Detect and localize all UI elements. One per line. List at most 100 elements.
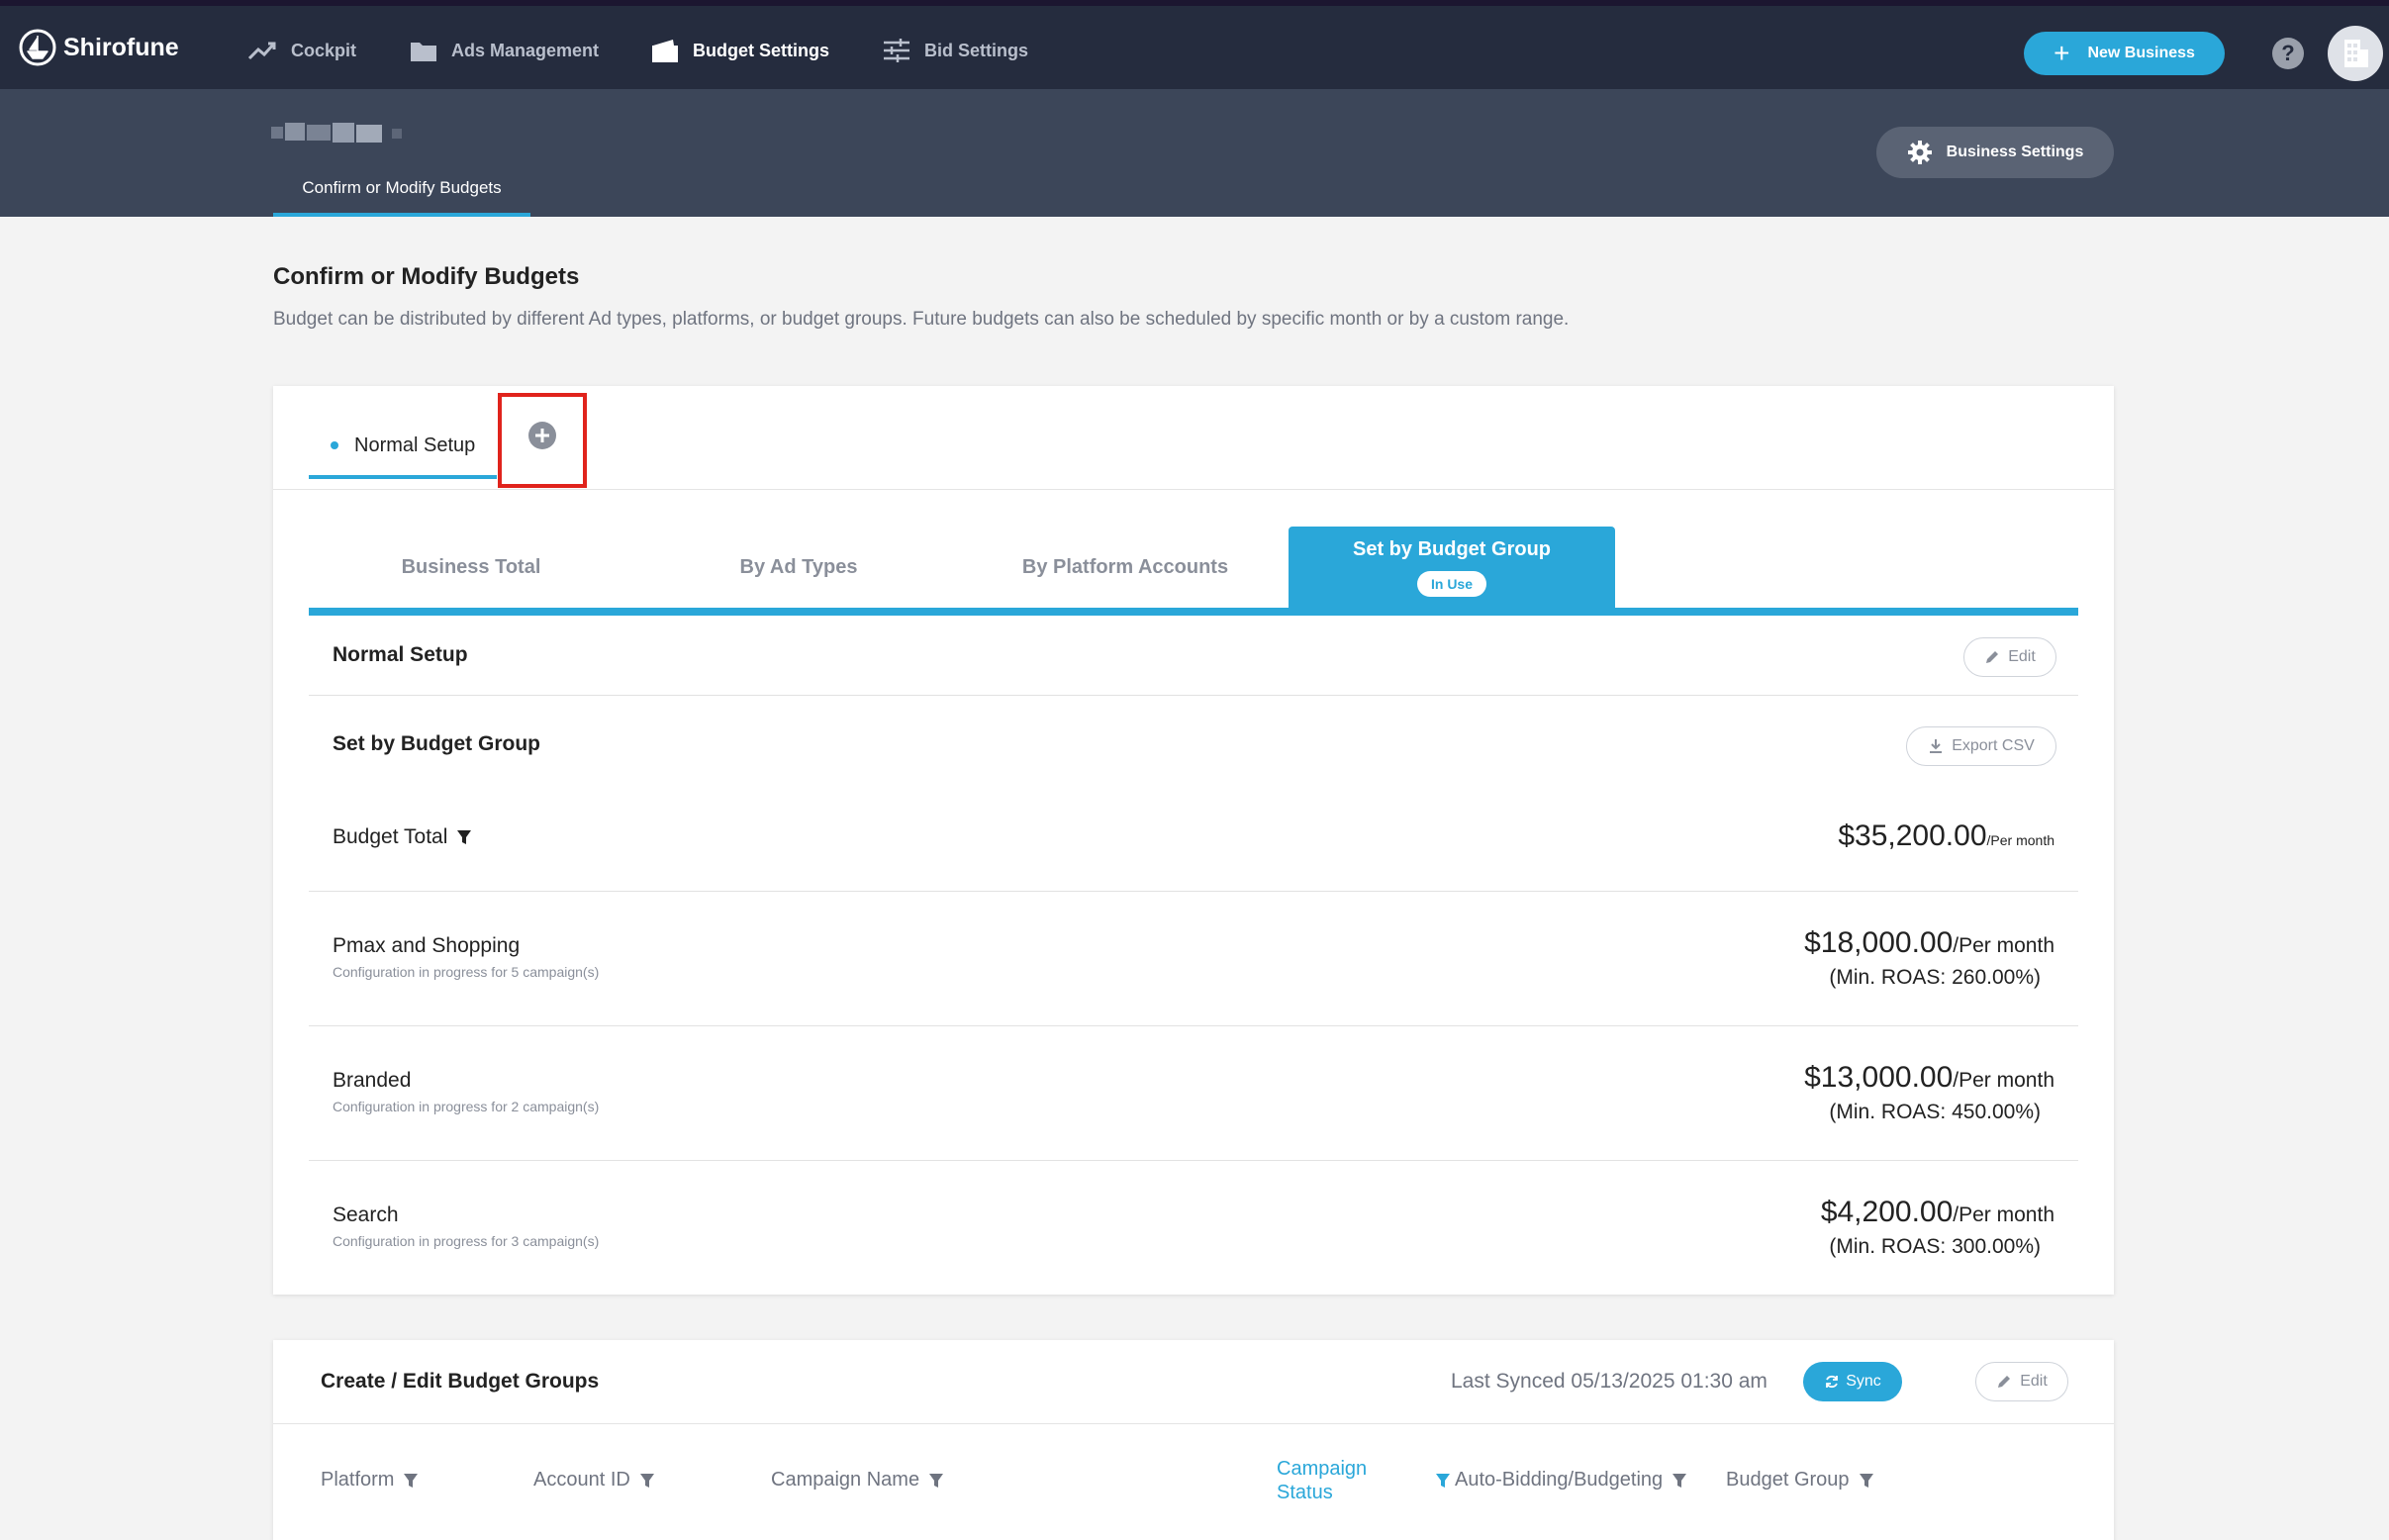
- account-avatar[interactable]: [2328, 26, 2383, 81]
- new-business-label: New Business: [2087, 45, 2195, 61]
- filter-icon: [1436, 1474, 1451, 1488]
- nav-item-bid-settings[interactable]: Bid Settings: [883, 34, 1028, 67]
- tab-confirm-modify-budgets[interactable]: Confirm or Modify Budgets: [273, 162, 530, 217]
- edit-groups-button[interactable]: Edit: [1975, 1362, 2068, 1401]
- column-header-budget-group[interactable]: Budget Group: [1726, 1469, 1873, 1492]
- filter-icon: [1672, 1473, 1687, 1488]
- min-roas: (Min. ROAS: 260.00%): [1829, 966, 2041, 989]
- budget-group-name: Pmax and Shopping: [333, 934, 521, 957]
- in-use-badge: In Use: [1416, 570, 1486, 597]
- export-csv-button[interactable]: Export CSV: [1906, 726, 2056, 766]
- amount-value: $13,000.00: [1804, 1061, 1954, 1094]
- divider: [309, 1160, 2078, 1161]
- budget-total-amount: $35,200.00/Per month: [1838, 819, 2055, 853]
- brand-name: Shirofune: [63, 33, 179, 61]
- column-label-line1: Campaign: [1277, 1458, 1368, 1480]
- trend-icon: [247, 42, 276, 60]
- shirofune-logo-icon: [19, 29, 56, 66]
- filter-icon: [929, 1473, 944, 1488]
- column-label: Budget Group: [1726, 1469, 1850, 1491]
- budget-total-label[interactable]: Budget Total: [333, 825, 472, 849]
- nav-item-label: Cockpit: [291, 40, 357, 60]
- divider: [309, 695, 2078, 696]
- edit-label: Edit: [2020, 1373, 2048, 1390]
- budget-group-amount: $13,000.00/Per month (Min. ROAS: 450.00%…: [1804, 1061, 2055, 1124]
- amount-value: $35,200.00: [1838, 819, 1987, 852]
- building-icon: [2344, 40, 2368, 67]
- amount-period: /Per month: [1986, 832, 2055, 848]
- question-icon: ?: [2281, 41, 2295, 65]
- section-title: Set by Budget Group: [333, 732, 540, 755]
- column-label: Account ID: [533, 1469, 630, 1491]
- tab-normal-setup[interactable]: Normal Setup: [309, 416, 497, 479]
- pencil-icon: [1986, 651, 1999, 663]
- budget-group-amount: $4,200.00/Per month (Min. ROAS: 300.00%): [1821, 1196, 2055, 1259]
- active-dot-icon: [331, 441, 338, 449]
- new-business-button[interactable]: + New Business: [2024, 32, 2225, 75]
- export-label: Export CSV: [1952, 737, 2035, 754]
- budget-group-name: Branded: [333, 1069, 412, 1092]
- budget-groups-card: Create / Edit Budget Groups Last Synced …: [273, 1340, 2114, 1540]
- divider: [273, 1423, 2114, 1424]
- column-label-line2: Status: [1277, 1482, 1333, 1503]
- card-title: Create / Edit Budget Groups: [321, 1370, 600, 1393]
- column-header-campaign-status[interactable]: Campaign Status: [1277, 1457, 1451, 1504]
- budget-group-name: Search: [333, 1203, 399, 1226]
- page-description: Budget can be distributed by different A…: [273, 309, 1570, 330]
- budget-group-status: Configuration in progress for 3 campaign…: [333, 1233, 600, 1249]
- tab-by-platform-accounts[interactable]: By Platform Accounts: [962, 527, 1289, 608]
- amount-value: $18,000.00: [1804, 926, 1954, 959]
- column-label: Auto-Bidding/Budgeting: [1455, 1469, 1664, 1491]
- min-roas: (Min. ROAS: 300.00%): [1829, 1235, 2041, 1258]
- business-settings-button[interactable]: Business Settings: [1876, 127, 2114, 178]
- business-settings-label: Business Settings: [1946, 144, 2084, 160]
- folder-icon: [411, 43, 436, 61]
- filter-icon: [1859, 1473, 1873, 1488]
- budget-group-status: Configuration in progress for 5 campaign…: [333, 964, 600, 980]
- add-setup-tab-button[interactable]: [498, 393, 587, 488]
- column-header-account-id[interactable]: Account ID: [533, 1469, 654, 1492]
- nav-item-label: Bid Settings: [924, 40, 1029, 60]
- nav-item-budget-settings[interactable]: Budget Settings: [651, 34, 829, 67]
- download-icon: [1930, 739, 1943, 753]
- column-label: Campaign Name: [771, 1469, 920, 1491]
- budget-total-text: Budget Total: [333, 825, 448, 848]
- last-synced: Last Synced 05/13/2025 01:30 am: [1451, 1370, 1768, 1393]
- budget-group-amount: $18,000.00/Per month (Min. ROAS: 260.00%…: [1804, 926, 2055, 990]
- wallet-icon: [652, 40, 678, 62]
- help-button[interactable]: ?: [2272, 38, 2304, 69]
- edit-label: Edit: [2008, 648, 2036, 665]
- min-roas: (Min. ROAS: 450.00%): [1829, 1101, 2041, 1123]
- tab-set-by-budget-group[interactable]: Set by Budget Group In Use: [1289, 527, 1615, 608]
- sync-label: Sync: [1846, 1373, 1881, 1390]
- nav-item-label: Budget Settings: [693, 40, 829, 60]
- column-header-platform[interactable]: Platform: [321, 1469, 419, 1492]
- nav-item-ads-management[interactable]: Ads Management: [410, 34, 599, 67]
- refresh-icon: [1826, 1375, 1839, 1389]
- column-header-campaign-name[interactable]: Campaign Name: [771, 1469, 944, 1492]
- filter-icon: [639, 1473, 654, 1488]
- column-label: Campaign Status: [1277, 1457, 1367, 1504]
- tab-business-total[interactable]: Business Total: [309, 527, 633, 608]
- business-name-redacted: [271, 123, 402, 143]
- pencil-icon: [1998, 1376, 2011, 1388]
- brand-logo[interactable]: Shirofune: [18, 28, 179, 67]
- budget-group-status: Configuration in progress for 2 campaign…: [333, 1099, 600, 1114]
- edit-setup-button[interactable]: Edit: [1963, 637, 2056, 677]
- amount-period: /Per month: [1953, 1069, 2055, 1092]
- amount-period: /Per month: [1953, 1203, 2055, 1226]
- divider: [273, 489, 2114, 490]
- column-label: Platform: [321, 1469, 395, 1491]
- plus-icon: +: [2054, 38, 2070, 68]
- page-title: Confirm or Modify Budgets: [273, 263, 580, 290]
- top-nav: Shirofune Cockpit Ads Management Budget …: [0, 0, 2389, 89]
- nav-item-label: Ads Management: [451, 40, 600, 60]
- tab-by-ad-types[interactable]: By Ad Types: [635, 527, 962, 608]
- column-header-auto-bidding[interactable]: Auto-Bidding/Budgeting: [1455, 1469, 1687, 1492]
- nav-item-cockpit[interactable]: Cockpit: [247, 34, 356, 67]
- setup-title: Normal Setup: [333, 643, 468, 666]
- budget-card: Normal Setup Business Total By Ad Types …: [273, 386, 2114, 1295]
- filter-icon: [404, 1473, 419, 1488]
- sync-button[interactable]: Sync: [1803, 1362, 1902, 1401]
- divider: [309, 1025, 2078, 1026]
